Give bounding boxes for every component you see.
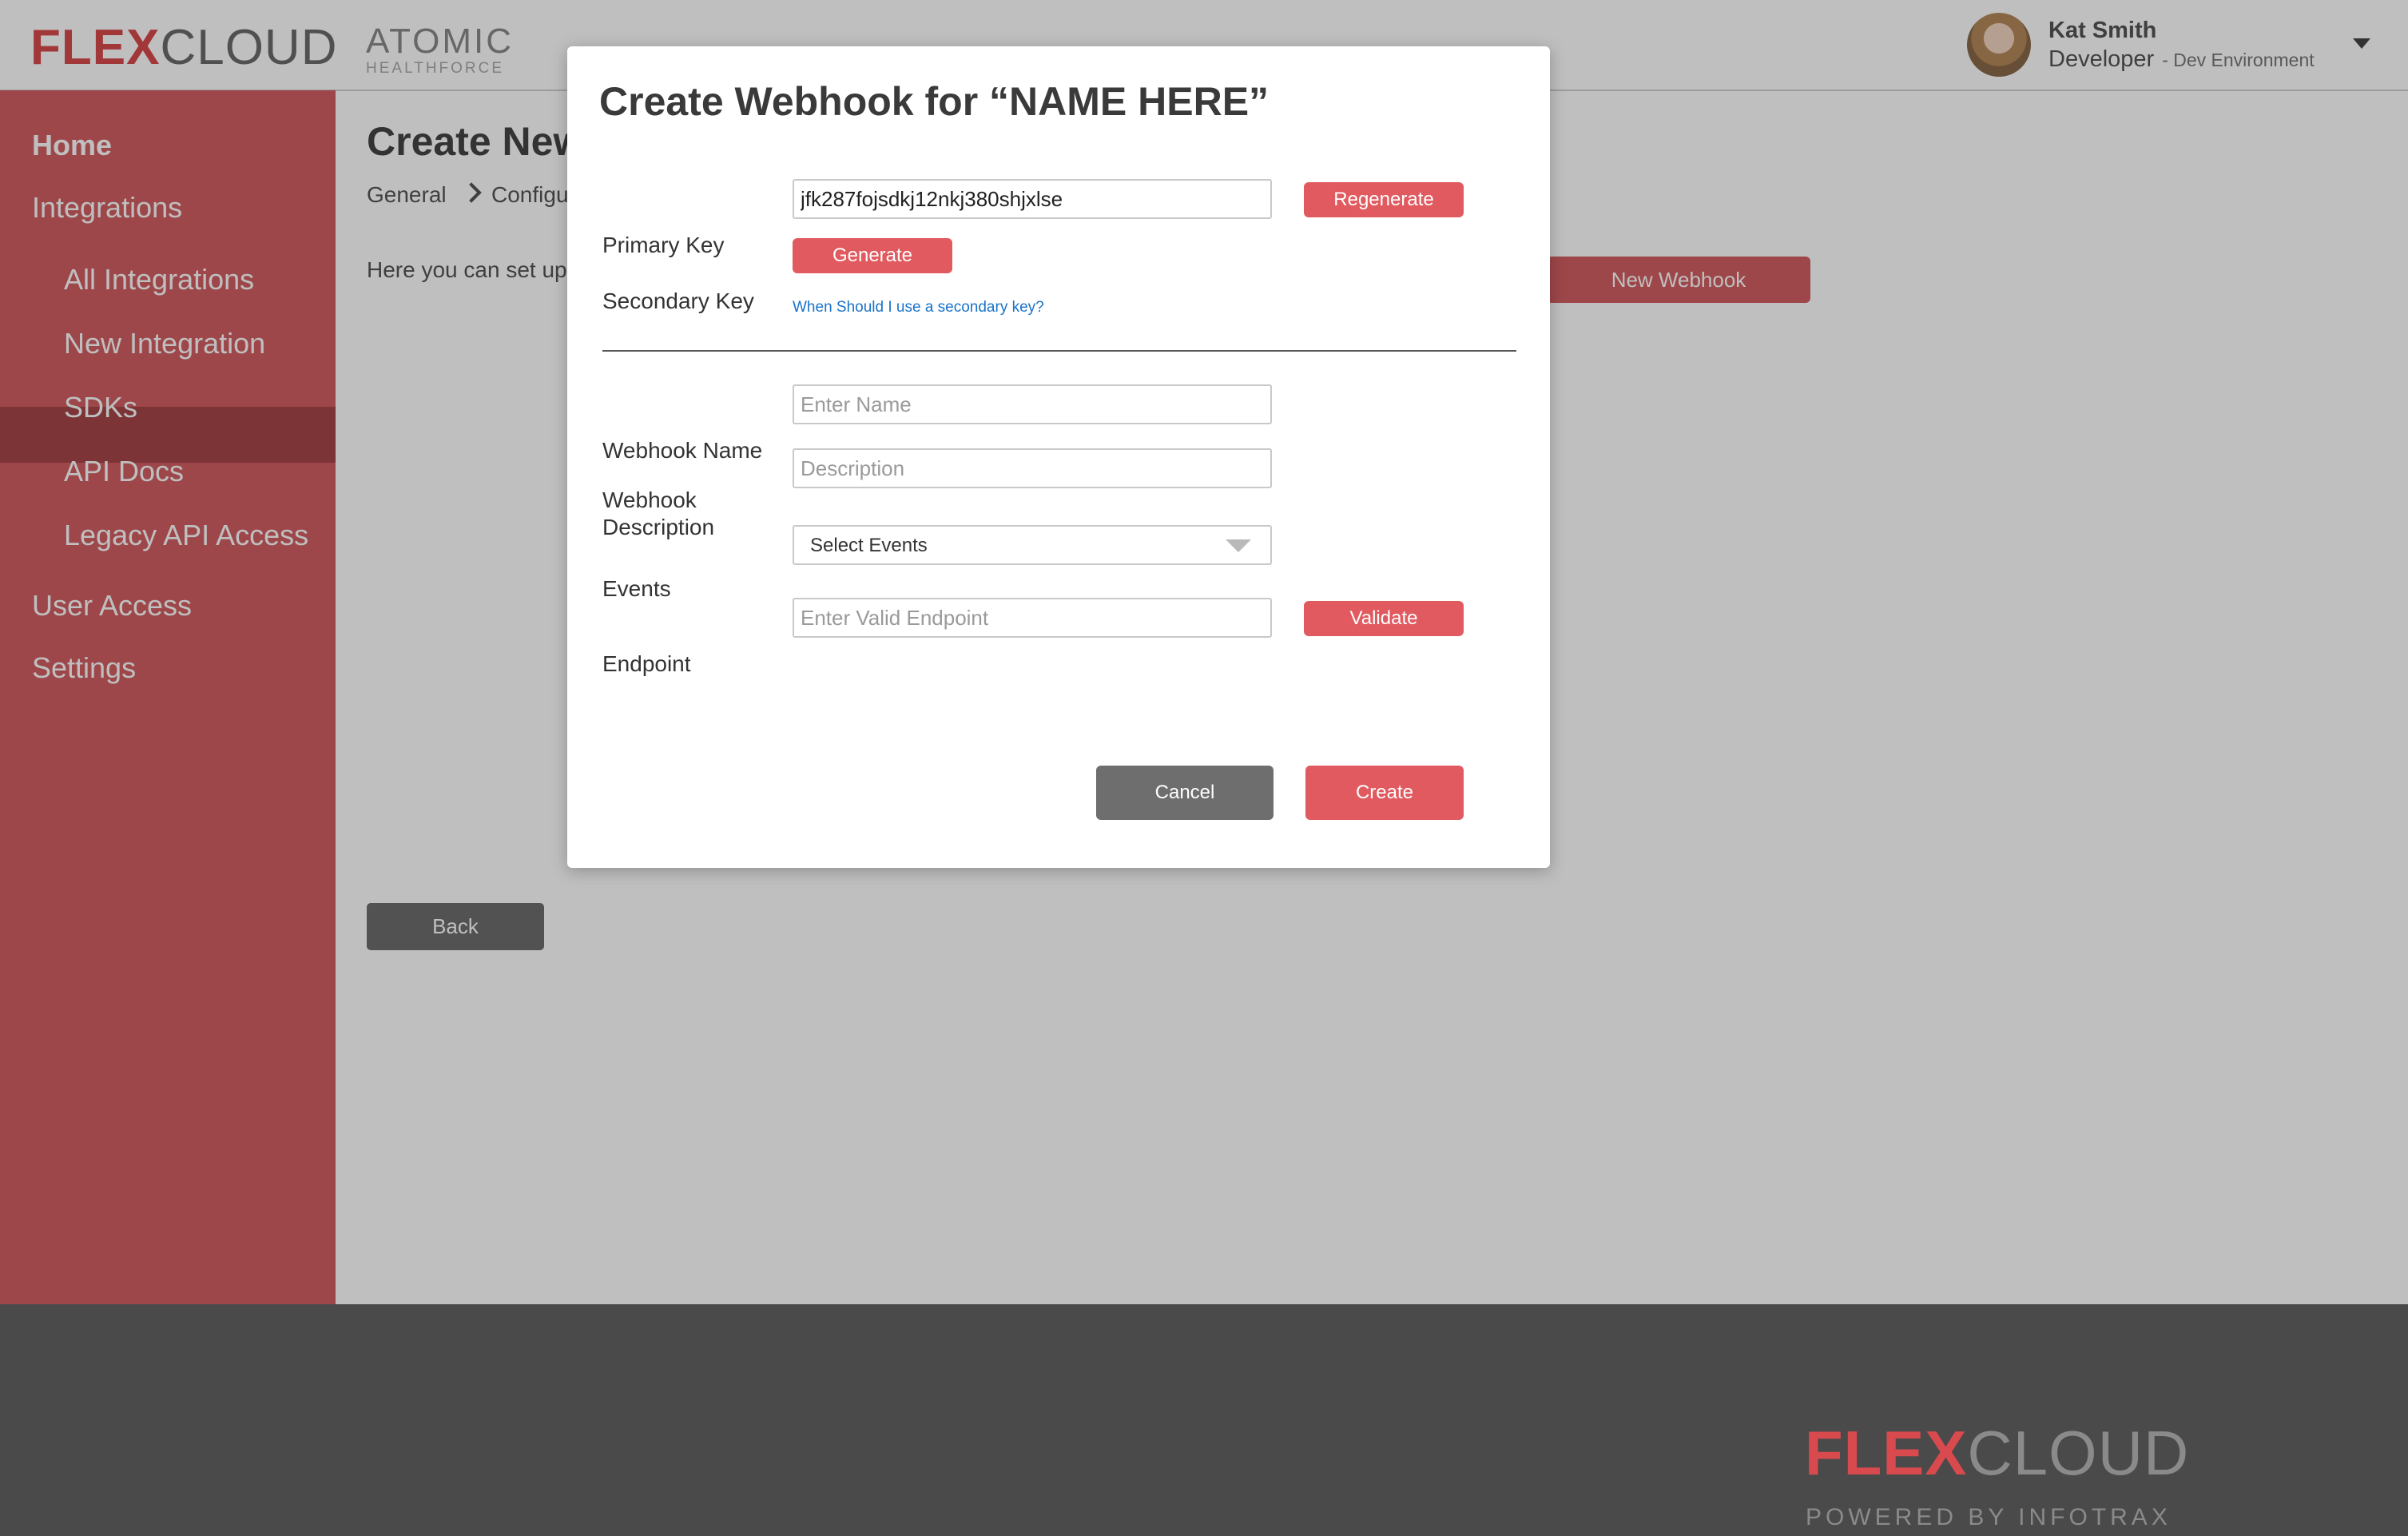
modal-title: Create Webhook for “NAME HERE” (599, 79, 1270, 124)
chevron-down-icon (1226, 539, 1251, 552)
webhook-name-field[interactable] (793, 384, 1272, 424)
create-button[interactable]: Create (1305, 766, 1464, 820)
webhook-name-label: Webhook Name (602, 438, 763, 463)
events-select-value: Select Events (810, 535, 928, 556)
regenerate-button[interactable]: Regenerate (1304, 182, 1464, 217)
webhook-description-field[interactable] (793, 448, 1272, 488)
cancel-button[interactable]: Cancel (1096, 766, 1274, 820)
primary-key-label: Primary Key (602, 233, 725, 257)
endpoint-field[interactable] (793, 598, 1272, 638)
primary-key-field[interactable] (793, 179, 1272, 219)
footer-logo-cloud: CLOUD (1967, 1418, 2190, 1488)
generate-button[interactable]: Generate (793, 238, 952, 273)
secondary-key-help-link[interactable]: When Should I use a secondary key? (793, 299, 1044, 316)
events-select[interactable]: Select Events (793, 525, 1272, 565)
app-page: FLEXCLOUD ATOMIC HEALTHFORCE Kat Smith D… (0, 0, 2408, 1536)
webhook-description-label-line2: Description (602, 515, 715, 539)
webhook-description-label-line1: Webhook (602, 487, 697, 512)
create-webhook-modal: Create Webhook for “NAME HERE” Primary K… (567, 46, 1550, 868)
footer-logo: FLEXCLOUD (1805, 1421, 2189, 1485)
events-label: Events (602, 576, 671, 601)
validate-button[interactable]: Validate (1304, 601, 1464, 636)
modal-divider (602, 350, 1516, 352)
footer-tagline: POWERED BY INFOTRAX (1806, 1504, 2172, 1530)
secondary-key-label: Secondary Key (602, 288, 754, 313)
footer-logo-flex: FLEX (1805, 1418, 1968, 1488)
endpoint-label: Endpoint (602, 651, 691, 676)
